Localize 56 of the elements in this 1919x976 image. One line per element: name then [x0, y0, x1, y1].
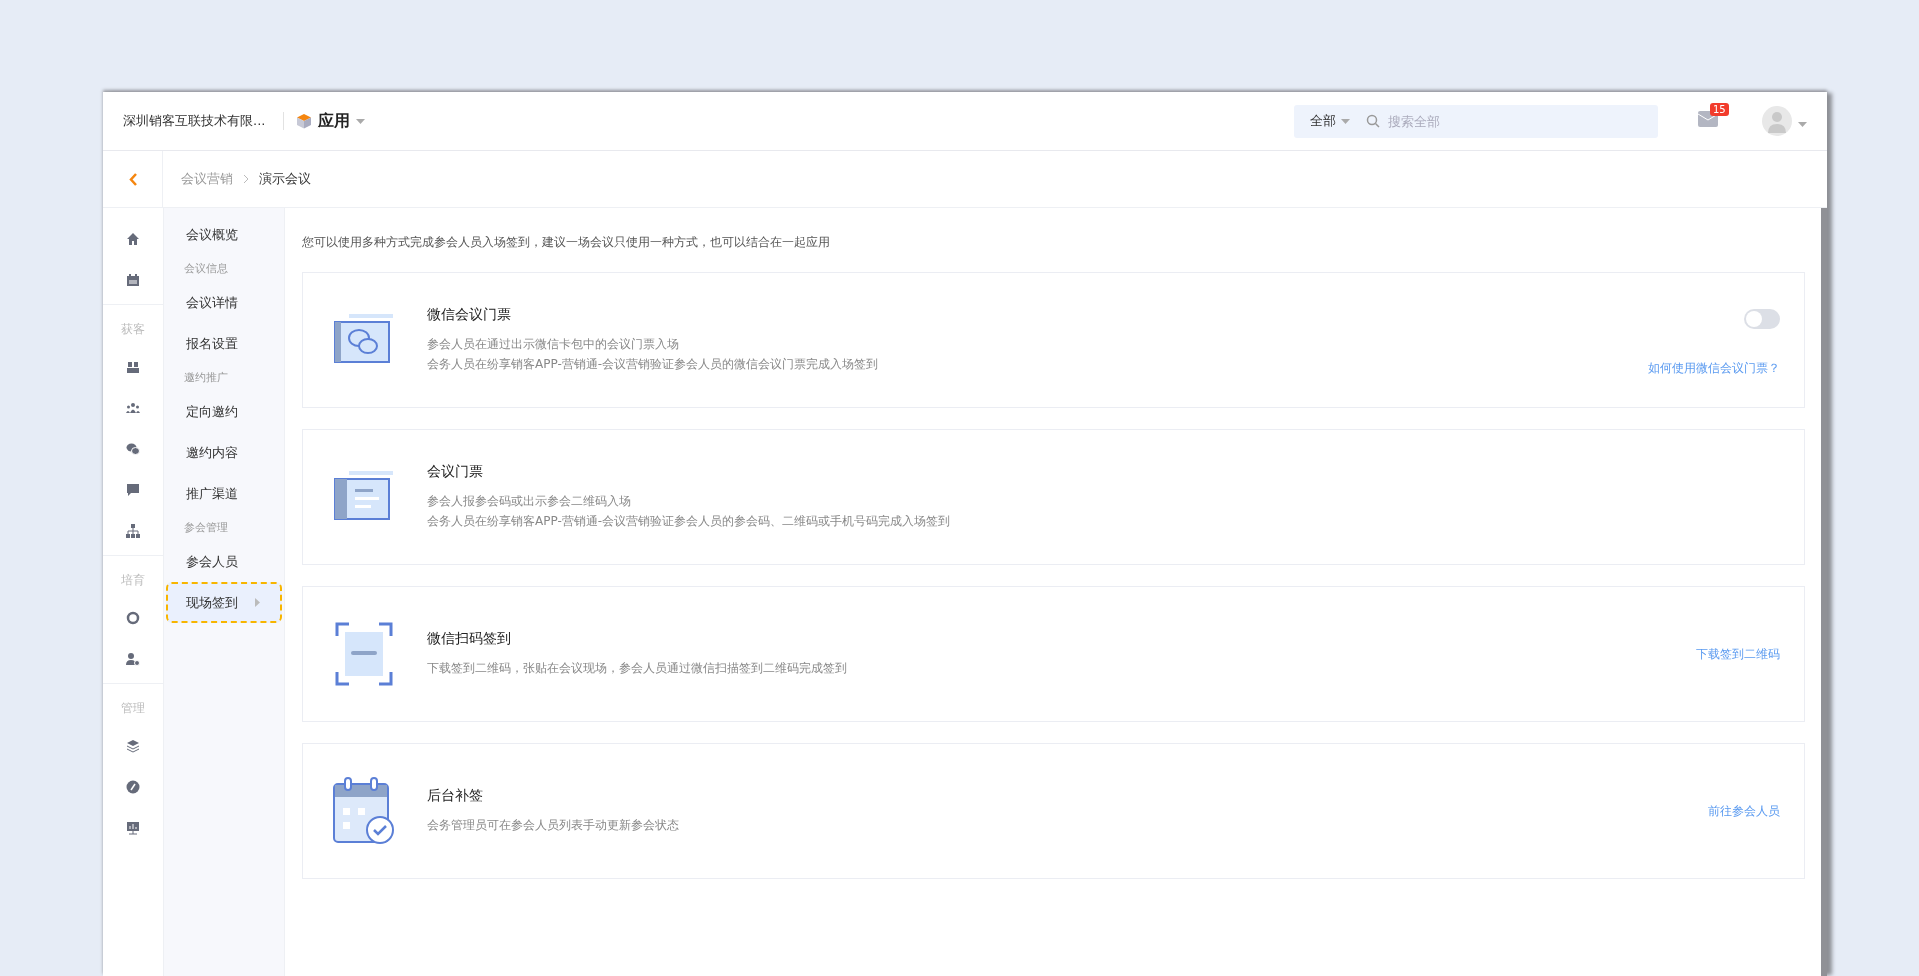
caret-icon [356, 118, 366, 124]
intro-text: 您可以使用多种方式完成参会人员入场签到，建议一场会议只使用一种方式，也可以结合在一起应用 [302, 234, 831, 251]
nav-section-label: 管理 [103, 683, 163, 725]
calendar-check-icon [332, 776, 396, 846]
method-description: 会务人员在纷享销客APP-营销通-会议营销验证参会人员的微信会议门票完成入场签到 [427, 356, 880, 373]
hierarchy-icon [126, 523, 140, 538]
subnav-group-label: 参会管理 [183, 520, 229, 536]
method-description: 参会人报参会码或出示参会二维码入场 [427, 493, 632, 510]
subnav-item[interactable]: 现场签到 [166, 582, 282, 623]
subnav-group-label: 邀约推广 [183, 370, 229, 386]
notification-badge: 15 [1710, 103, 1729, 116]
group-icon [126, 359, 140, 374]
breadcrumb-link[interactable]: 演示会议 [259, 170, 311, 188]
toggle-switch[interactable] [1744, 309, 1780, 329]
user-settings-icon [126, 651, 140, 666]
subnav-item[interactable]: 会议概览 [166, 214, 282, 255]
link-icon [126, 779, 140, 794]
caret-icon [1341, 118, 1350, 124]
company-name: 深圳销客互联技术有限... [123, 112, 266, 130]
method-description: 会务管理员可在参会人员列表手动更新参会状态 [427, 817, 680, 834]
subnav-item[interactable]: 推广渠道 [166, 473, 282, 514]
subnav-group-label: 会议信息 [183, 261, 229, 277]
method-description: 下载签到二维码，张贴在会议现场，参会人员通过微信扫描签到二维码完成签到 [427, 660, 848, 677]
method-title: 会议门票 [427, 463, 484, 481]
method-title: 微信会议门票 [427, 306, 512, 324]
calendar-icon [126, 272, 140, 287]
cube-icon [296, 113, 313, 129]
scrollbar[interactable] [1821, 208, 1827, 976]
search-icon [1366, 114, 1380, 128]
people-icon [126, 400, 140, 415]
nav-section-label: 获客 [103, 304, 163, 346]
caret-icon [1798, 121, 1807, 127]
method-title: 微信扫码签到 [427, 630, 512, 648]
home-icon [126, 231, 140, 246]
method-description: 会务人员在纷享销客APP-营销通-会议营销验证参会人员的参会码、二维码或手机号码完成入场签到 [427, 513, 952, 530]
method-title: 后台补签 [427, 787, 484, 805]
search-field[interactable]: 全部 搜索全部 [1294, 104, 1658, 138]
nav-section-label: 培育 [103, 555, 163, 597]
mail-icon[interactable] [1698, 111, 1718, 127]
subnav-item[interactable]: 定向邀约 [166, 391, 282, 432]
message-icon [126, 482, 140, 497]
layers-icon [126, 738, 140, 753]
chevron-left-icon [128, 172, 137, 186]
caret-right-icon [255, 598, 260, 607]
app-menu[interactable]: 应用 [296, 110, 366, 132]
method-description: 参会人员在通过出示微信卡包中的会议门票入场 [427, 336, 680, 353]
subnav-item[interactable]: 邀约内容 [166, 432, 282, 473]
scan-frame-icon [335, 622, 393, 686]
subnav-item[interactable]: 报名设置 [166, 323, 282, 364]
ring-icon [126, 610, 140, 625]
chevron-right-icon [243, 174, 249, 184]
chat-icon [126, 441, 140, 456]
presentation-icon [126, 820, 140, 835]
search-scope-dropdown[interactable]: 全部 [1294, 112, 1366, 130]
subnav-item[interactable]: 参会人员 [166, 541, 282, 582]
subnav-item[interactable]: 会议详情 [166, 282, 282, 323]
